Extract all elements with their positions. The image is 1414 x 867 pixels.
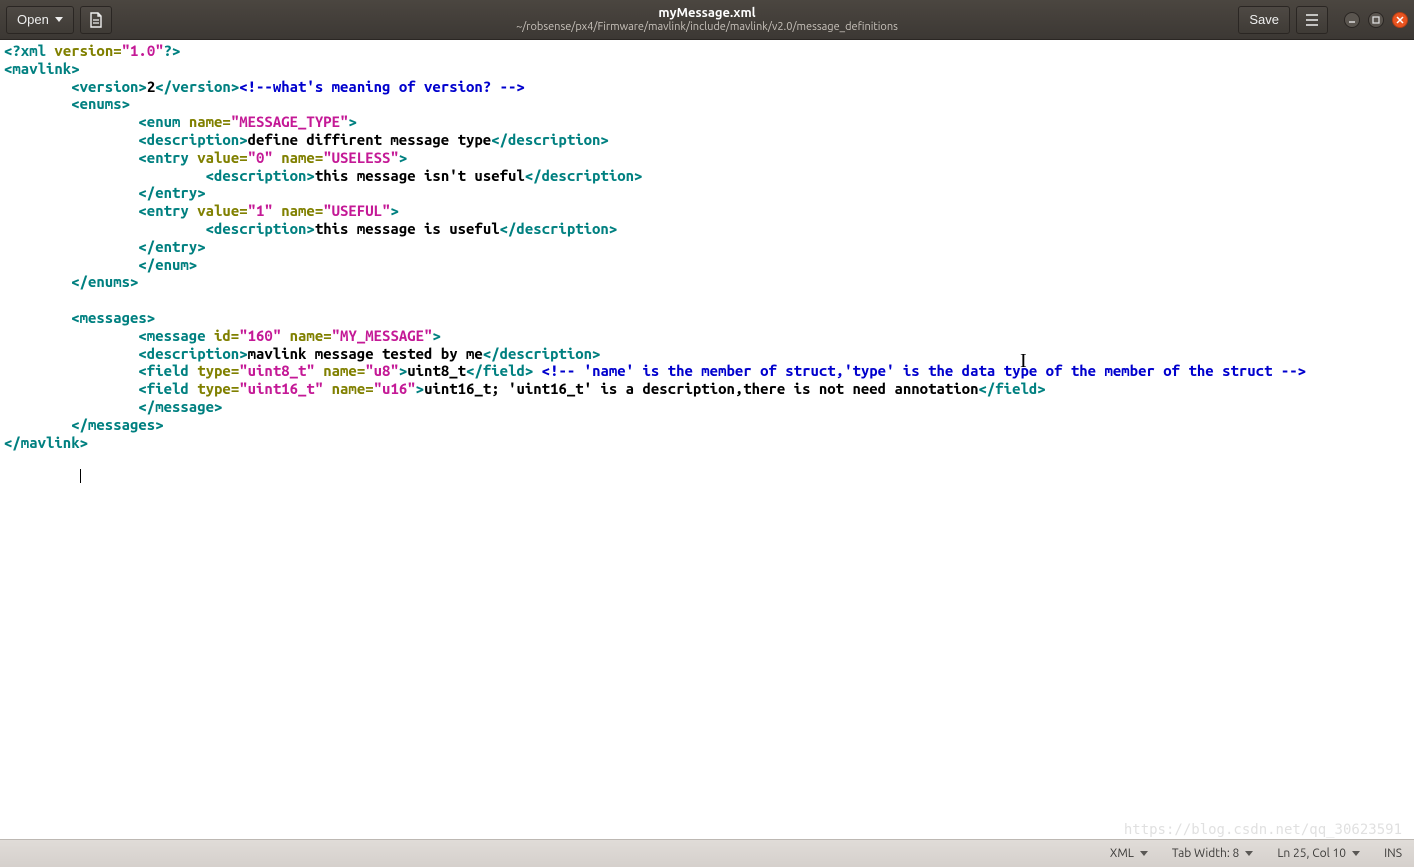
code-line[interactable]: </entry> bbox=[4, 184, 1410, 202]
editor-area[interactable]: <?xml version="1.0"?><mavlink> <version>… bbox=[0, 40, 1414, 839]
code-line[interactable]: <description>mavlink message tested by m… bbox=[4, 345, 1410, 363]
code-line[interactable]: <?xml version="1.0"?> bbox=[4, 42, 1410, 60]
close-icon bbox=[1396, 16, 1404, 24]
code-line[interactable] bbox=[4, 291, 1410, 309]
code-line[interactable]: <field type="uint16_t" name="u16">uint16… bbox=[4, 380, 1410, 398]
code-line[interactable]: <description>this message is useful</des… bbox=[4, 220, 1410, 238]
cursor-position[interactable]: Ln 25, Col 10 bbox=[1277, 847, 1360, 860]
code-line[interactable] bbox=[4, 469, 1410, 487]
code-line[interactable]: <enums> bbox=[4, 95, 1410, 113]
file-path: ~/robsense/px4/Firmware/mavlink/include/… bbox=[516, 21, 898, 33]
insert-mode[interactable]: INS bbox=[1384, 847, 1402, 860]
minimize-icon bbox=[1348, 16, 1356, 24]
maximize-button[interactable] bbox=[1368, 12, 1384, 28]
file-title: myMessage.xml bbox=[516, 6, 898, 20]
language-selector[interactable]: XML bbox=[1110, 847, 1148, 860]
statusbar: https://blog.csdn.net/qq_30623591 XML Ta… bbox=[0, 839, 1414, 867]
maximize-icon bbox=[1372, 16, 1380, 24]
code-line[interactable]: </enum> bbox=[4, 256, 1410, 274]
chevron-down-icon bbox=[1352, 851, 1360, 856]
language-label: XML bbox=[1110, 847, 1134, 860]
code-line[interactable]: <entry value="0" name="USELESS"> bbox=[4, 149, 1410, 167]
code-line[interactable]: <version>2</version><!--what's meaning o… bbox=[4, 78, 1410, 96]
code-line[interactable]: <entry value="1" name="USEFUL"> bbox=[4, 202, 1410, 220]
new-document-button[interactable] bbox=[80, 6, 112, 34]
chevron-down-icon bbox=[1245, 851, 1253, 856]
chevron-down-icon bbox=[1140, 851, 1148, 856]
tab-width-selector[interactable]: Tab Width: 8 bbox=[1172, 847, 1253, 860]
code-line[interactable]: <enum name="MESSAGE_TYPE"> bbox=[4, 113, 1410, 131]
code-line[interactable] bbox=[4, 451, 1410, 469]
code-line[interactable]: </entry> bbox=[4, 238, 1410, 256]
titlebar: Open myMessage.xml ~/robsense/px4/Firmwa… bbox=[0, 0, 1414, 40]
code-line[interactable]: <description>define diffirent message ty… bbox=[4, 131, 1410, 149]
code-line[interactable]: <description>this message isn't useful</… bbox=[4, 167, 1410, 185]
open-button-label: Open bbox=[17, 12, 49, 27]
code-content[interactable]: <?xml version="1.0"?><mavlink> <version>… bbox=[0, 40, 1414, 489]
text-caret bbox=[80, 469, 81, 483]
chevron-down-icon bbox=[55, 17, 63, 22]
cursor-position-label: Ln 25, Col 10 bbox=[1277, 847, 1346, 860]
open-button[interactable]: Open bbox=[6, 6, 74, 34]
minimize-button[interactable] bbox=[1344, 12, 1360, 28]
hamburger-icon bbox=[1305, 14, 1319, 26]
insert-mode-label: INS bbox=[1384, 847, 1402, 860]
save-button-label: Save bbox=[1249, 12, 1279, 27]
code-line[interactable]: </mavlink> bbox=[4, 434, 1410, 452]
code-line[interactable]: <message id="160" name="MY_MESSAGE"> bbox=[4, 327, 1410, 345]
code-line[interactable]: </messages> bbox=[4, 416, 1410, 434]
save-button[interactable]: Save bbox=[1238, 6, 1290, 34]
close-button[interactable] bbox=[1392, 12, 1408, 28]
code-line[interactable]: </enums> bbox=[4, 273, 1410, 291]
new-document-icon bbox=[89, 12, 103, 28]
code-line[interactable]: <mavlink> bbox=[4, 60, 1410, 78]
code-line[interactable]: <field type="uint8_t" name="u8">uint8_t<… bbox=[4, 362, 1410, 380]
code-line[interactable]: <messages> bbox=[4, 309, 1410, 327]
tab-width-label: Tab Width: 8 bbox=[1172, 847, 1239, 860]
code-line[interactable]: </message> bbox=[4, 398, 1410, 416]
menu-button[interactable] bbox=[1296, 6, 1328, 34]
